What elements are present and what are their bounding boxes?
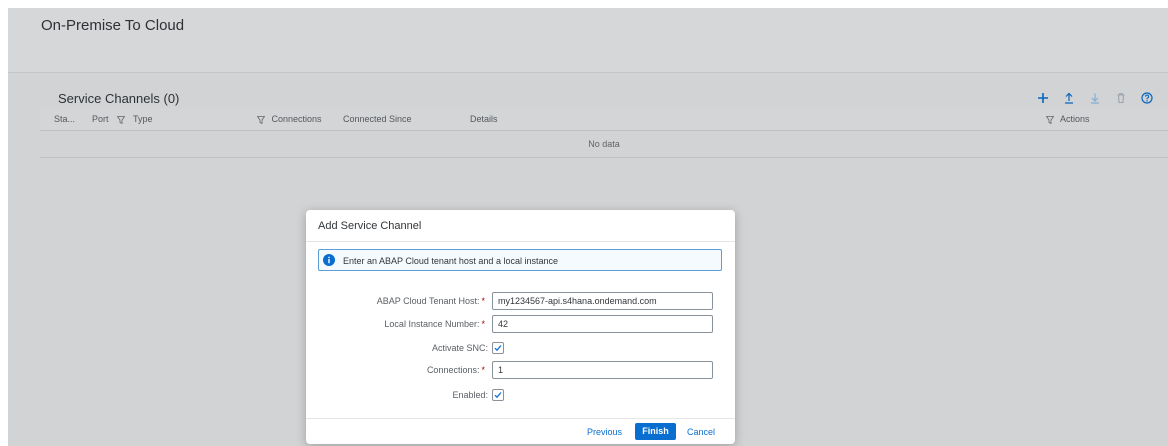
required-marker: * — [481, 365, 485, 375]
cancel-button[interactable]: Cancel — [687, 427, 715, 437]
enabled-label: Enabled: — [452, 390, 488, 400]
info-message-strip: Enter an ABAP Cloud tenant host and a lo… — [318, 249, 722, 271]
info-message-text: Enter an ABAP Cloud tenant host and a lo… — [343, 256, 558, 266]
connections-label-text: Connections: — [426, 365, 480, 375]
checkmark-icon — [494, 345, 502, 352]
activate-snc-checkbox[interactable] — [492, 342, 504, 354]
host-label: ABAP Cloud Tenant Host: * — [377, 296, 485, 306]
dialog-divider — [306, 241, 735, 242]
form-row-instance: Local Instance Number: * 42 — [306, 315, 735, 333]
dialog-title: Add Service Channel — [318, 220, 422, 232]
instance-label: Local Instance Number: * — [384, 319, 485, 329]
host-input[interactable]: my1234567-api.s4hana.ondemand.com — [492, 292, 713, 310]
connections-label: Connections: * — [427, 365, 485, 375]
dialog-footer: Previous Finish Cancel — [306, 418, 735, 444]
host-label-text: ABAP Cloud Tenant Host: — [376, 296, 480, 306]
instance-number-input[interactable]: 42 — [492, 315, 713, 333]
form-row-connections: Connections: * 1 — [306, 361, 735, 379]
add-service-channel-dialog: Add Service Channel Enter an ABAP Cloud … — [306, 210, 735, 444]
previous-button[interactable]: Previous — [587, 427, 622, 437]
instance-label-text: Local Instance Number: — [384, 319, 480, 329]
form-row-snc: Activate SNC: — [306, 339, 735, 357]
connections-input[interactable]: 1 — [492, 361, 713, 379]
required-marker: * — [481, 296, 485, 306]
required-marker: * — [481, 319, 485, 329]
checkmark-icon — [494, 392, 502, 399]
snc-label: Activate SNC: — [431, 343, 488, 353]
finish-button[interactable]: Finish — [635, 423, 676, 440]
form-row-enabled: Enabled: — [306, 386, 735, 404]
info-icon — [323, 254, 335, 266]
form-row-host: ABAP Cloud Tenant Host: * my1234567-api.s… — [306, 292, 735, 310]
enabled-checkbox[interactable] — [492, 389, 504, 401]
